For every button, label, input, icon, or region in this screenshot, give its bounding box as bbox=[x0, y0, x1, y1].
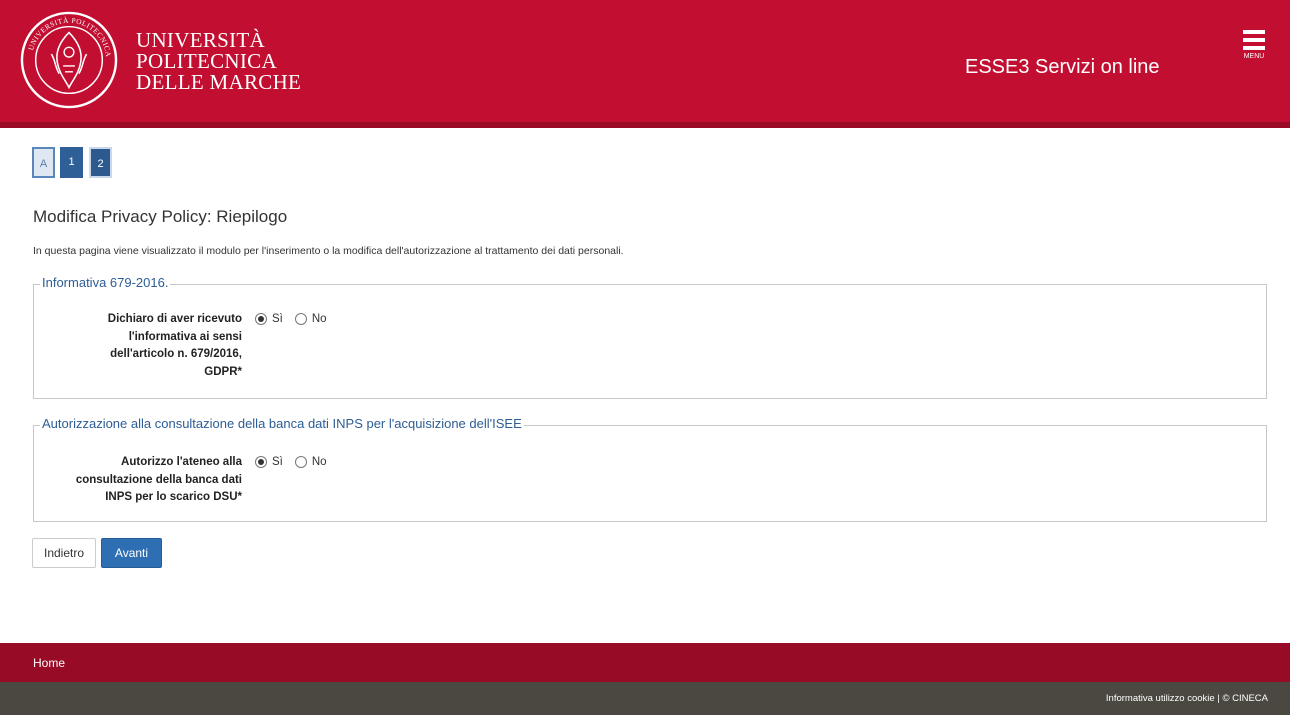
site-header: UNIVERSITÀ POLITECNICA DELLE MARCHE UNIV… bbox=[0, 0, 1290, 122]
university-name-line: POLITECNICA bbox=[136, 49, 277, 73]
radio-informativa-no[interactable] bbox=[294, 313, 307, 325]
step-1[interactable]: 1 bbox=[60, 147, 83, 178]
radio-label-no: No bbox=[311, 313, 327, 325]
footer-home-link[interactable]: Home bbox=[33, 656, 65, 670]
footer-nav: Home bbox=[0, 643, 1290, 682]
fieldset-legend: Autorizzazione alla consultazione della … bbox=[40, 416, 524, 431]
radio-inps-no[interactable] bbox=[294, 456, 307, 468]
step-2[interactable]: 2 bbox=[89, 147, 112, 178]
header-divider bbox=[0, 122, 1290, 128]
university-name-line: UNIVERSITÀ bbox=[136, 28, 265, 52]
field-label-informativa: Dichiaro di aver ricevuto l'informativa … bbox=[107, 313, 242, 378]
radio-label-no: No bbox=[311, 456, 327, 468]
radio-group-inps: Sì No bbox=[255, 456, 339, 468]
next-button[interactable]: Avanti bbox=[101, 538, 162, 568]
fieldset-legend: Informativa 679-2016. bbox=[40, 275, 171, 290]
menu-label: MENU bbox=[1243, 53, 1265, 60]
radio-label-si: Sì bbox=[272, 456, 283, 468]
radio-inps-si[interactable] bbox=[255, 456, 267, 468]
radio-group-informativa: Sì No bbox=[255, 313, 339, 325]
radio-informativa-si[interactable] bbox=[255, 313, 267, 325]
portal-title: ESSE3 Servizi on line bbox=[965, 56, 1160, 78]
radio-label-si: Sì bbox=[272, 313, 283, 325]
step-a[interactable]: A bbox=[32, 147, 55, 178]
page-title: Modifica Privacy Policy: Riepilogo bbox=[33, 207, 288, 226]
university-name-line: DELLE MARCHE bbox=[136, 70, 302, 94]
footer-links: Informativa utilizzo cookie | © CINECA bbox=[1106, 693, 1268, 704]
cineca-link[interactable]: © CINECA bbox=[1222, 693, 1268, 704]
back-button[interactable]: Indietro bbox=[32, 538, 96, 568]
university-name[interactable]: UNIVERSITÀ POLITECNICA DELLE MARCHE bbox=[136, 30, 301, 93]
menu-button[interactable]: MENU bbox=[1238, 30, 1270, 70]
footer-bottom: Informativa utilizzo cookie | © CINECA bbox=[0, 682, 1290, 715]
field-label-inps: Autorizzo l'ateneo alla consultazione de… bbox=[75, 456, 242, 503]
hamburger-menu-icon bbox=[1238, 30, 1270, 50]
fieldset-informativa: Informativa 679-2016. Dichiaro di aver r… bbox=[33, 275, 1267, 399]
university-seal-icon[interactable]: UNIVERSITÀ POLITECNICA DELLE MARCHE bbox=[20, 11, 118, 109]
cookie-policy-link[interactable]: Informativa utilizzo cookie bbox=[1106, 693, 1215, 704]
page-description: In questa pagina viene visualizzato il m… bbox=[33, 245, 624, 257]
fieldset-inps: Autorizzazione alla consultazione della … bbox=[33, 416, 1267, 522]
